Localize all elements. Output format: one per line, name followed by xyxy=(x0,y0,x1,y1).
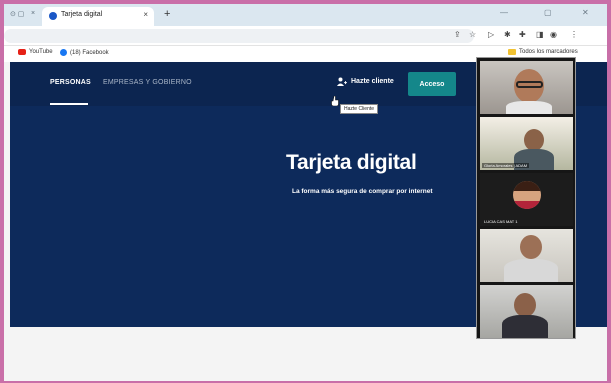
tab-strip: ⊙ ▢ × Tarjeta digital × + — ▢ ✕ xyxy=(4,4,607,26)
participant-video xyxy=(524,129,544,151)
address-bar[interactable] xyxy=(4,29,474,43)
bookmark-star-icon[interactable]: ☆ xyxy=(469,30,476,39)
site-favicon-icon xyxy=(49,12,57,20)
user-plus-icon xyxy=(337,77,347,86)
bookmark-youtube[interactable]: YouTube xyxy=(18,49,53,55)
participant-tile[interactable] xyxy=(480,229,573,282)
participant-name: LUCIA CAS MAT 1 xyxy=(484,219,518,224)
nav-personas-link[interactable]: PERSONAS xyxy=(50,79,91,86)
close-tab-icon[interactable]: × xyxy=(143,10,148,19)
participant-avatar xyxy=(513,181,541,209)
hand-cursor-icon xyxy=(331,96,339,106)
share-icon[interactable]: ⇪ xyxy=(454,30,461,39)
new-tab-button[interactable]: + xyxy=(164,8,170,20)
bookmark-label: YouTube xyxy=(29,49,53,55)
participant-name: Gloria Amorales | ADAM xyxy=(482,163,530,168)
toolbar: ⇪ ☆ ▷ ✱ ✚ ◨ ◉ ⋮ xyxy=(4,26,607,46)
tab-search-icon[interactable]: ⊙ ▢ xyxy=(10,10,24,18)
menu-kebab-icon[interactable]: ⋮ xyxy=(570,30,578,39)
nav-empresas-link[interactable]: EMPRESAS Y GOBIERNO xyxy=(103,79,192,86)
participant-video xyxy=(514,293,536,317)
youtube-icon xyxy=(18,49,26,55)
tab-close-icon[interactable]: × xyxy=(31,10,35,17)
maximize-icon[interactable]: ▢ xyxy=(544,8,552,17)
tooltip: Hazte Cliente xyxy=(340,104,379,114)
bookmark-label: (18) Facebook xyxy=(70,49,109,56)
hero-title: Tarjeta digital xyxy=(286,151,417,174)
active-tab[interactable]: Tarjeta digital × xyxy=(42,7,154,26)
nav-active-underline xyxy=(50,103,88,105)
facebook-icon xyxy=(60,49,67,56)
bookmark-facebook[interactable]: (18) Facebook xyxy=(60,49,109,56)
bookmarks-folder[interactable]: Todos los marcadores xyxy=(508,49,578,55)
glasses xyxy=(516,81,543,88)
acceso-button[interactable]: Acceso xyxy=(408,72,456,96)
hazte-cliente-link[interactable]: Hazte cliente xyxy=(337,77,394,86)
close-window-icon[interactable]: ✕ xyxy=(582,8,589,17)
hero-subtitle: La forma más segura de comprar por inter… xyxy=(292,188,433,195)
profile-avatar-icon[interactable]: ◉ xyxy=(550,30,557,39)
participant-tile[interactable]: LUCIA CAS MAT 1 xyxy=(480,173,573,226)
extension-icon[interactable]: ✱ xyxy=(504,30,511,39)
participant-tile[interactable] xyxy=(480,285,573,338)
hazte-cliente-label: Hazte cliente xyxy=(351,78,394,85)
browser-window: ⊙ ▢ × Tarjeta digital × + — ▢ ✕ ⇪ ☆ ▷ ✱ … xyxy=(4,4,607,381)
participant-tile[interactable]: Gloria Amorales | ADAM xyxy=(480,117,573,170)
video-call-panel: Gloria Amorales | ADAM LUCIA CAS MAT 1 xyxy=(476,57,576,339)
folder-icon xyxy=(508,49,516,55)
minimize-icon[interactable]: — xyxy=(500,8,508,17)
participant-tile[interactable] xyxy=(480,61,573,114)
tab-title: Tarjeta digital xyxy=(61,11,103,18)
participant-video xyxy=(520,235,542,259)
puzzle-icon[interactable]: ✚ xyxy=(519,30,526,39)
play-icon[interactable]: ▷ xyxy=(488,30,494,39)
bookmarks-folder-label: Todos los marcadores xyxy=(519,49,578,55)
sidepanel-icon[interactable]: ◨ xyxy=(536,30,544,39)
